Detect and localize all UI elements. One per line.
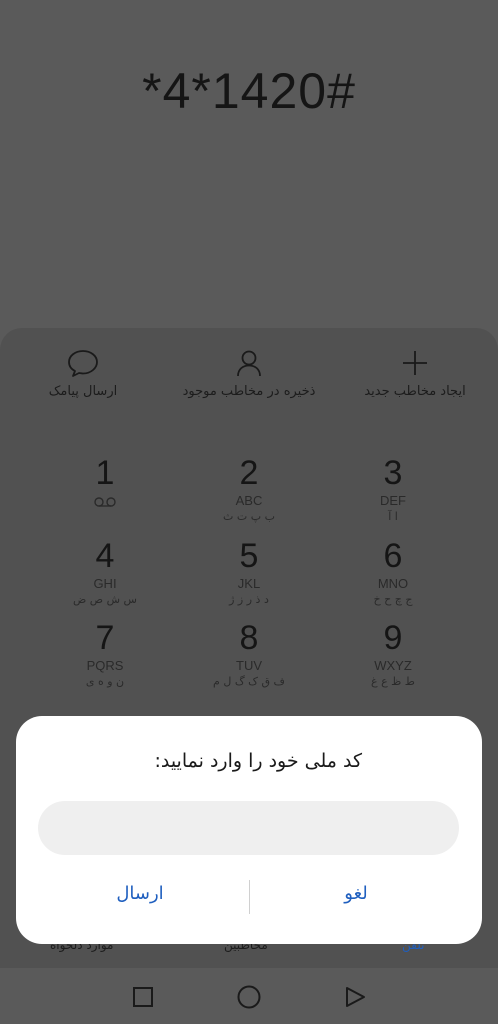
home-button[interactable] xyxy=(234,982,264,1012)
dialog-title: کد ملی خود را وارد نمایید: xyxy=(154,750,362,772)
voicemail-icon xyxy=(94,497,116,507)
circle-icon xyxy=(237,985,261,1009)
send-sms-label: ارسال پیامک xyxy=(48,384,118,399)
national-code-input[interactable] xyxy=(38,801,459,855)
key-8[interactable]: 8 TUV ف ق ک گ ل م xyxy=(189,620,309,691)
plus-icon xyxy=(332,348,498,378)
message-icon xyxy=(0,348,166,378)
dialed-number[interactable]: *4*1420# xyxy=(0,62,498,120)
key-9[interactable]: 9 WXYZ ط ظ ع غ xyxy=(333,620,453,691)
key-3[interactable]: 3 DEF ا آ xyxy=(333,455,453,526)
contact-icon xyxy=(166,348,332,378)
dialer-screen: *4*1420# ارسال پیامک ذخیره در مخاطب موجو… xyxy=(0,0,498,1024)
create-new-contact-label: ایجاد مخاطب جدید xyxy=(364,384,466,399)
system-navbar xyxy=(0,968,498,1024)
key-1[interactable]: 1 xyxy=(45,455,165,509)
create-new-contact-action[interactable]: ایجاد مخاطب جدید xyxy=(332,348,498,399)
ussd-input-dialog: کد ملی خود را وارد نمایید: ارسال لغو xyxy=(16,716,482,944)
save-existing-contact-action[interactable]: ذخیره در مخاطب موجود xyxy=(166,348,332,399)
recents-button[interactable] xyxy=(128,982,158,1012)
triangle-back-icon xyxy=(346,987,365,1007)
back-button[interactable] xyxy=(340,982,370,1012)
save-existing-contact-label: ذخیره در مخاطب موجود xyxy=(182,384,316,399)
cancel-button[interactable]: لغو xyxy=(256,876,456,912)
send-button[interactable]: ارسال xyxy=(40,876,240,912)
key-7[interactable]: 7 PQRS ن و ه ی xyxy=(45,620,165,691)
key-4[interactable]: 4 GHI س ش ص ض xyxy=(45,538,165,609)
key-5[interactable]: 5 JKL د ذ ر ز ژ xyxy=(189,538,309,609)
button-divider xyxy=(249,880,250,914)
send-sms-action[interactable]: ارسال پیامک xyxy=(0,348,166,399)
key-6[interactable]: 6 MNO ج چ ح خ xyxy=(333,538,453,609)
key-2[interactable]: 2 ABC ب پ ت ث xyxy=(189,455,309,526)
square-icon xyxy=(133,987,153,1007)
